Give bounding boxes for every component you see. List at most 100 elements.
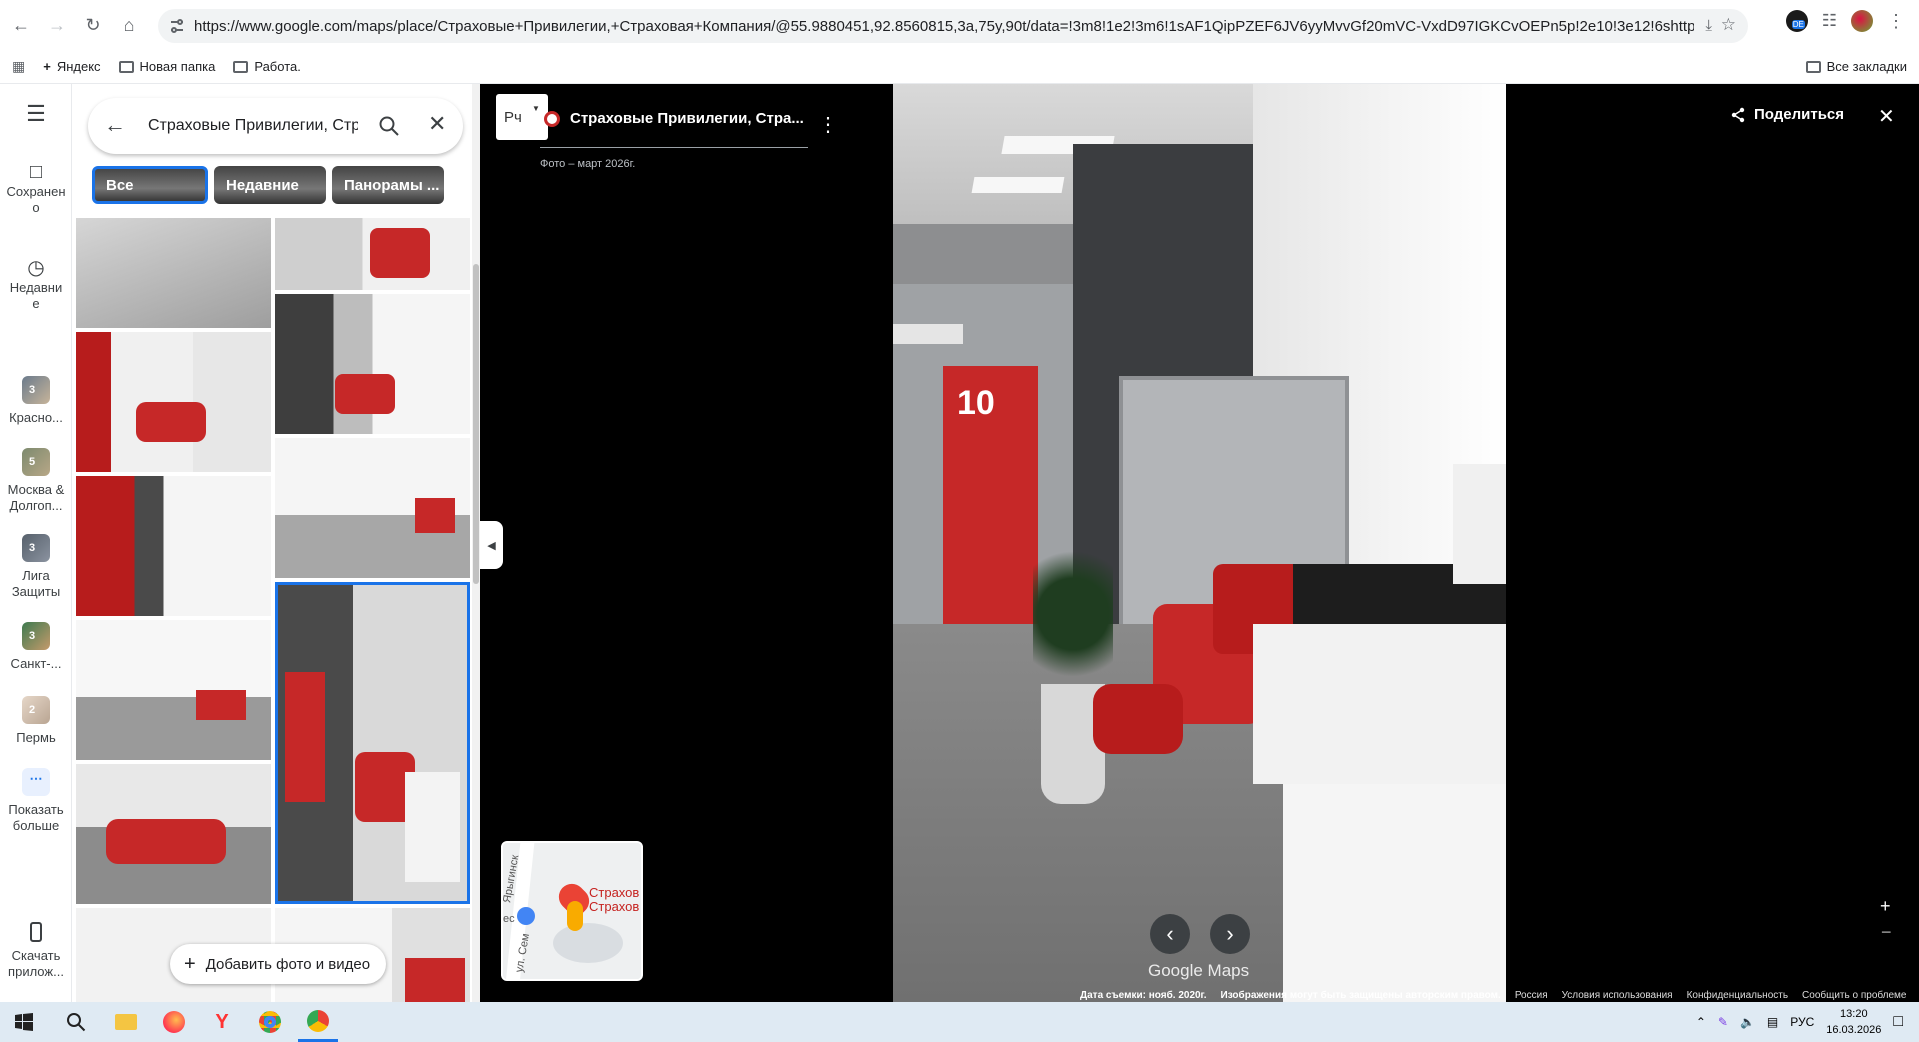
footer-terms-link[interactable]: Условия использования: [1562, 990, 1673, 1001]
clock[interactable]: 13:20 16.03.2026: [1826, 1006, 1881, 1038]
street-label: ес: [503, 913, 515, 925]
zoom-in-icon[interactable]: +: [1880, 896, 1891, 917]
apps-icon[interactable]: ▦: [12, 58, 25, 75]
photo-thumbnail-selected[interactable]: [275, 582, 470, 904]
panel-scrollbar[interactable]: [472, 84, 480, 1002]
place-thumbnail: 3: [22, 376, 50, 404]
capture-date: Дата съемки: нояб. 2020г.: [1080, 989, 1207, 1001]
footer-country[interactable]: Россия: [1515, 990, 1548, 1001]
tray-chevron-icon[interactable]: ⌃: [1696, 1015, 1706, 1029]
url-text: https://www.google.com/maps/place/Страхо…: [194, 17, 1694, 35]
back-arrow-icon[interactable]: ←: [104, 112, 126, 138]
search-input[interactable]: Страховые Привилегии, Стр: [148, 117, 358, 135]
chip-all[interactable]: Все: [92, 166, 208, 204]
profile-badge: DE: [1791, 20, 1805, 29]
photos-panel: ← Страховые Привилегии, Стр ✕ Все Недавн…: [72, 84, 472, 1002]
chrome-active-icon[interactable]: [298, 1002, 338, 1042]
bookmark-icon: □: [29, 161, 43, 183]
add-photo-label: Добавить фото и видео: [205, 955, 371, 973]
mini-map[interactable]: Ярыгинск ул. Сем ес Страхов Страхов: [501, 841, 643, 981]
zoom-out-icon[interactable]: −: [1881, 922, 1892, 943]
windows-start-icon[interactable]: [4, 1002, 44, 1042]
office-photo[interactable]: 10: [893, 84, 1506, 1002]
plus-icon: +: [43, 59, 51, 74]
share-icon: [1731, 107, 1745, 122]
share-button[interactable]: Поделиться: [1730, 106, 1844, 123]
rail-download-app[interactable]: Скачать прилож...: [0, 922, 72, 980]
chip-label: Панорамы ...: [344, 176, 440, 194]
chip-panoramas[interactable]: Панорамы ...: [332, 166, 444, 204]
footer-privacy-link[interactable]: Конфиденциальность: [1687, 990, 1788, 1001]
extension-avatar-icon[interactable]: DE: [1785, 10, 1808, 32]
photo-thumbnail[interactable]: [76, 620, 271, 760]
browser-toolbar: ← → ↻ ⌂ https://www.google.com/maps/plac…: [0, 0, 1919, 50]
yandex-browser-icon[interactable]: Y: [202, 1002, 242, 1042]
rail-item-krasnoyarsk[interactable]: 3 Красно...: [0, 376, 72, 426]
rail-item-label: Пермь: [16, 730, 56, 745]
reload-icon[interactable]: ↻: [78, 10, 108, 40]
map-place-label: Страхов: [589, 899, 640, 914]
network-icon[interactable]: ▤: [1767, 1015, 1778, 1029]
place-thumbnail: 3: [22, 534, 50, 562]
photo-thumbnail[interactable]: [76, 764, 271, 904]
volume-icon[interactable]: 🔈: [1740, 1015, 1755, 1029]
firefox-icon[interactable]: [154, 1002, 194, 1042]
photo-thumbnail[interactable]: [275, 218, 470, 290]
input-language[interactable]: РУС: [1790, 1015, 1814, 1029]
rail-item-perm[interactable]: 2 Пермь: [0, 696, 72, 746]
photo-thumbnail[interactable]: [76, 332, 271, 472]
home-icon[interactable]: ⌂: [114, 10, 144, 40]
chip-label: Все: [106, 176, 134, 194]
search-box[interactable]: ← Страховые Привилегии, Стр ✕: [88, 98, 463, 154]
site-settings-icon[interactable]: [168, 17, 186, 35]
windows-taskbar: Y ⌃ ✎ 🔈 ▤ РУС 13:20 16.03.2026 □: [0, 1002, 1919, 1042]
photo-thumbnail[interactable]: [76, 476, 271, 616]
rail-item-label: Москва & Долгоп...: [7, 482, 65, 513]
dropdown-icon: ▼: [532, 104, 540, 113]
rail-saved[interactable]: □ Сохранен о: [0, 161, 72, 216]
back-icon[interactable]: ←: [6, 10, 36, 40]
install-icon[interactable]: ⤓: [1705, 17, 1712, 34]
add-photo-button[interactable]: + Добавить фото и видео: [170, 944, 386, 984]
close-viewer-icon[interactable]: ✕: [1878, 104, 1895, 129]
count-badge: 3: [29, 384, 36, 396]
search-icon[interactable]: [378, 115, 400, 137]
rail-item-moscow[interactable]: 5 Москва & Долгоп...: [0, 448, 72, 514]
footer-report-link[interactable]: Сообщить о проблеме: [1802, 990, 1906, 1001]
photo-grid: [76, 218, 472, 1002]
forward-icon[interactable]: →: [42, 10, 72, 40]
photo-thumbnail[interactable]: [275, 438, 470, 578]
photo-thumbnail[interactable]: [76, 218, 271, 328]
place-header[interactable]: Страховые Привилегии, Стра...: [540, 108, 808, 148]
chrome-icon[interactable]: [250, 1002, 290, 1042]
chip-recent[interactable]: Недавние: [214, 166, 326, 204]
all-bookmarks[interactable]: Все закладки: [1805, 59, 1907, 74]
file-explorer-icon[interactable]: [106, 1002, 146, 1042]
bookmark-new-folder[interactable]: Новая папка: [118, 59, 216, 74]
profile-avatar[interactable]: [1851, 10, 1873, 32]
pen-icon[interactable]: ✎: [1718, 1015, 1728, 1029]
bookmark-yandex[interactable]: + Яндекс: [43, 59, 100, 74]
next-photo-button[interactable]: ›: [1210, 914, 1250, 954]
search-icon[interactable]: [56, 1002, 96, 1042]
bookmark-label: Новая папка: [139, 59, 216, 74]
bookmark-work[interactable]: Работа.: [233, 59, 301, 74]
notifications-icon[interactable]: □: [1893, 1013, 1903, 1031]
close-icon[interactable]: ✕: [428, 111, 446, 137]
rail-item-spb[interactable]: 3 Санкт-...: [0, 622, 72, 672]
address-bar[interactable]: https://www.google.com/maps/place/Страхо…: [158, 9, 1748, 43]
photo-thumbnail[interactable]: [275, 294, 470, 434]
rail-item-liga[interactable]: 3 Лига Защиты: [0, 534, 72, 600]
prev-photo-button[interactable]: ‹: [1150, 914, 1190, 954]
star-icon[interactable]: ☆: [1721, 15, 1736, 35]
extensions-icon[interactable]: ☷: [1822, 11, 1837, 31]
hamburger-icon[interactable]: ☰: [0, 103, 72, 125]
collapse-panel-button[interactable]: ◀: [480, 521, 503, 569]
rail-recent[interactable]: ◷ Недавни е: [0, 258, 72, 312]
more-vert-icon[interactable]: ⋮: [818, 112, 838, 137]
folder-icon: [118, 60, 134, 73]
clock-time: 13:20: [1840, 1008, 1868, 1020]
bookmark-label: Работа.: [254, 59, 301, 74]
rail-show-more[interactable]: ⋯ Показать больше: [0, 768, 72, 834]
menu-dots-icon[interactable]: ⋮: [1887, 11, 1905, 32]
